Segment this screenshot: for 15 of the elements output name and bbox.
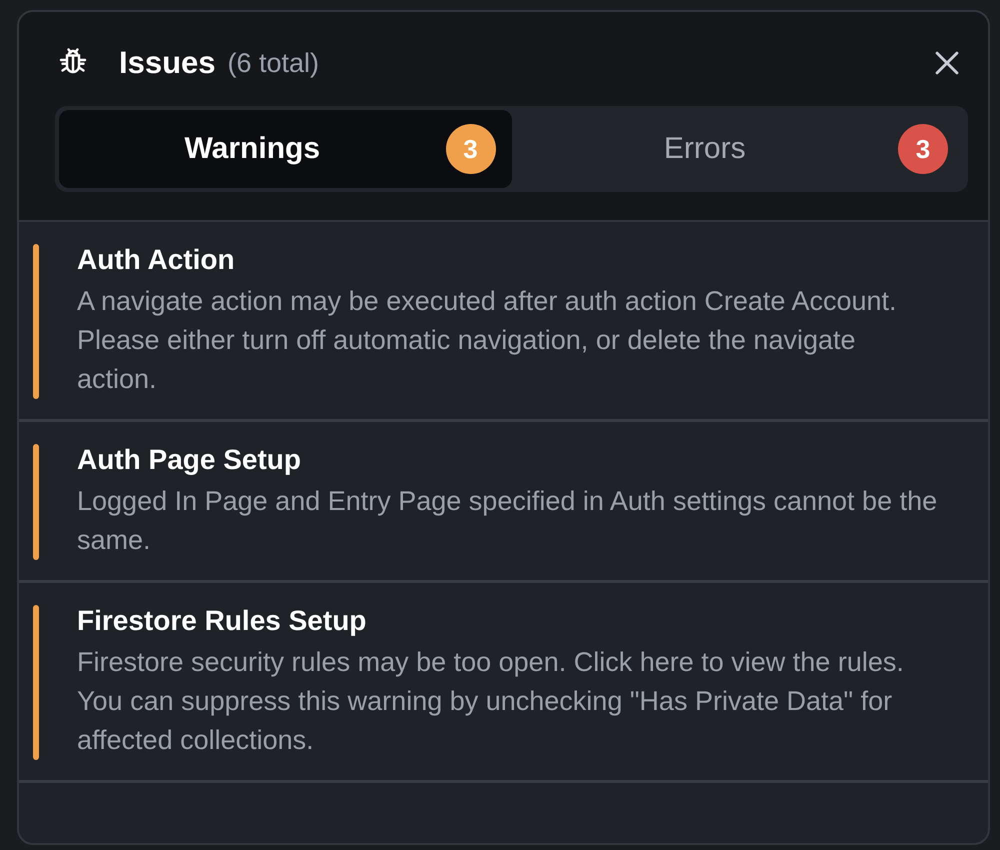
issue-tab[interactable]: Errors 3 [512,110,964,188]
issue-item[interactable]: Firestore Rules Setup Firestore security rules may be too open. Click here to view the rules. You can suppress this warning by unchecking "Has Private Data" for affected collections. [19,583,988,783]
issue-title: Auth Page Setup [77,444,302,476]
issue-description: Logged In Page and Entry Page specified in Auth settings cannot be the same. [77,485,938,557]
total-count: (6 total) [228,48,320,78]
count-badge: 3 [898,124,948,174]
issue-tab[interactable]: Warnings 3 [59,110,512,188]
issue-item[interactable]: Auth Action A navigate action may be executed after auth action Create Account. Please either turn off automatic navigation, or delete the navigate action. [19,222,988,422]
count-badge: 3 [446,124,496,174]
issue-item[interactable]: Auth Page Setup Logged In Page and Entry Page specified in Auth settings cannot be the same. [19,422,988,583]
issue-description: A navigate action may be executed after auth action Create Account. Please either turn off automatic navigation, or delete the navigate action. [77,285,898,396]
issue-title: Firestore Rules Setup [77,605,368,637]
panel-title: Issues [119,45,216,81]
issue-title: Auth Action [77,244,236,276]
issue-description: Firestore security rules may be too open. Click here to view the rules. You can suppress this warning by unchecking "Has Private Data" for affected collections. [77,646,905,757]
